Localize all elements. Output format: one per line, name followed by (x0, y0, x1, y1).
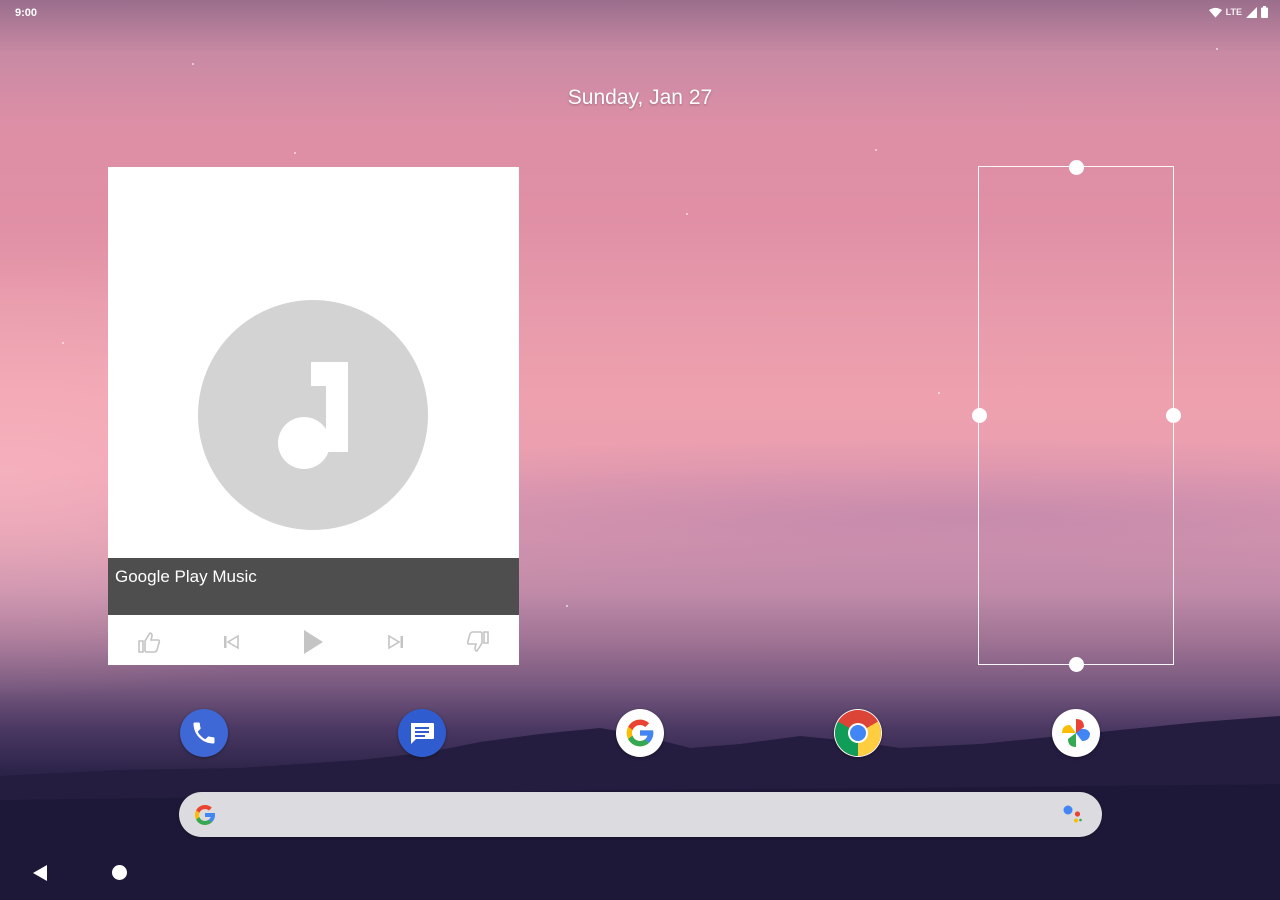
phone-app-icon[interactable] (180, 709, 228, 757)
wifi-icon (1208, 7, 1222, 18)
thumbs-down-button[interactable] (458, 622, 498, 662)
music-widget[interactable]: Google Play Music (108, 167, 519, 665)
google-search-bar[interactable] (179, 792, 1102, 837)
messages-app-icon[interactable] (398, 709, 446, 757)
widget-resize-frame[interactable] (971, 159, 1181, 672)
chrome-icon (835, 710, 881, 756)
back-icon[interactable] (32, 864, 48, 882)
play-icon (304, 630, 324, 654)
resize-handle-top[interactable] (1068, 159, 1084, 175)
google-g-icon (626, 719, 654, 747)
resize-handle-bottom[interactable] (1068, 656, 1084, 672)
home-screen: 9:00 LTE Sunday, Jan 27 Google Play Musi… (0, 0, 1280, 900)
status-time: 9:00 (15, 7, 38, 19)
playback-controls (108, 619, 519, 665)
album-art-placeholder[interactable] (198, 300, 428, 530)
signal-icon (1246, 6, 1257, 18)
google-g-icon (195, 805, 215, 825)
photos-app-icon[interactable] (1052, 709, 1100, 757)
thumbs-down-icon (466, 631, 489, 652)
google-app-icon[interactable] (616, 709, 664, 757)
skip-next-icon (387, 634, 403, 650)
track-info-bar[interactable]: Google Play Music (108, 558, 519, 615)
skip-previous-icon (224, 634, 240, 650)
home-icon[interactable] (112, 865, 127, 880)
play-button[interactable] (293, 622, 333, 662)
assistant-icon[interactable] (1062, 804, 1084, 826)
status-bar: 9:00 LTE (0, 0, 1280, 26)
date-widget[interactable]: Sunday, Jan 27 (0, 86, 1280, 110)
battery-icon (1261, 6, 1268, 18)
phone-icon (193, 722, 215, 744)
skip-previous-button[interactable] (211, 622, 251, 662)
track-title: Google Play Music (115, 567, 257, 586)
resize-handle-right[interactable] (1165, 408, 1181, 423)
skip-next-button[interactable] (376, 622, 416, 662)
thumbs-up-button[interactable] (129, 622, 169, 662)
resize-handle-left[interactable] (971, 408, 987, 423)
status-icons: LTE (1208, 6, 1268, 18)
music-note-icon (278, 362, 348, 469)
chrome-app-icon[interactable] (834, 709, 882, 757)
messages-icon (411, 723, 434, 744)
network-type-label: LTE (1225, 7, 1242, 17)
thumbs-up-icon (138, 632, 161, 653)
photos-pinwheel-icon (1062, 719, 1090, 747)
